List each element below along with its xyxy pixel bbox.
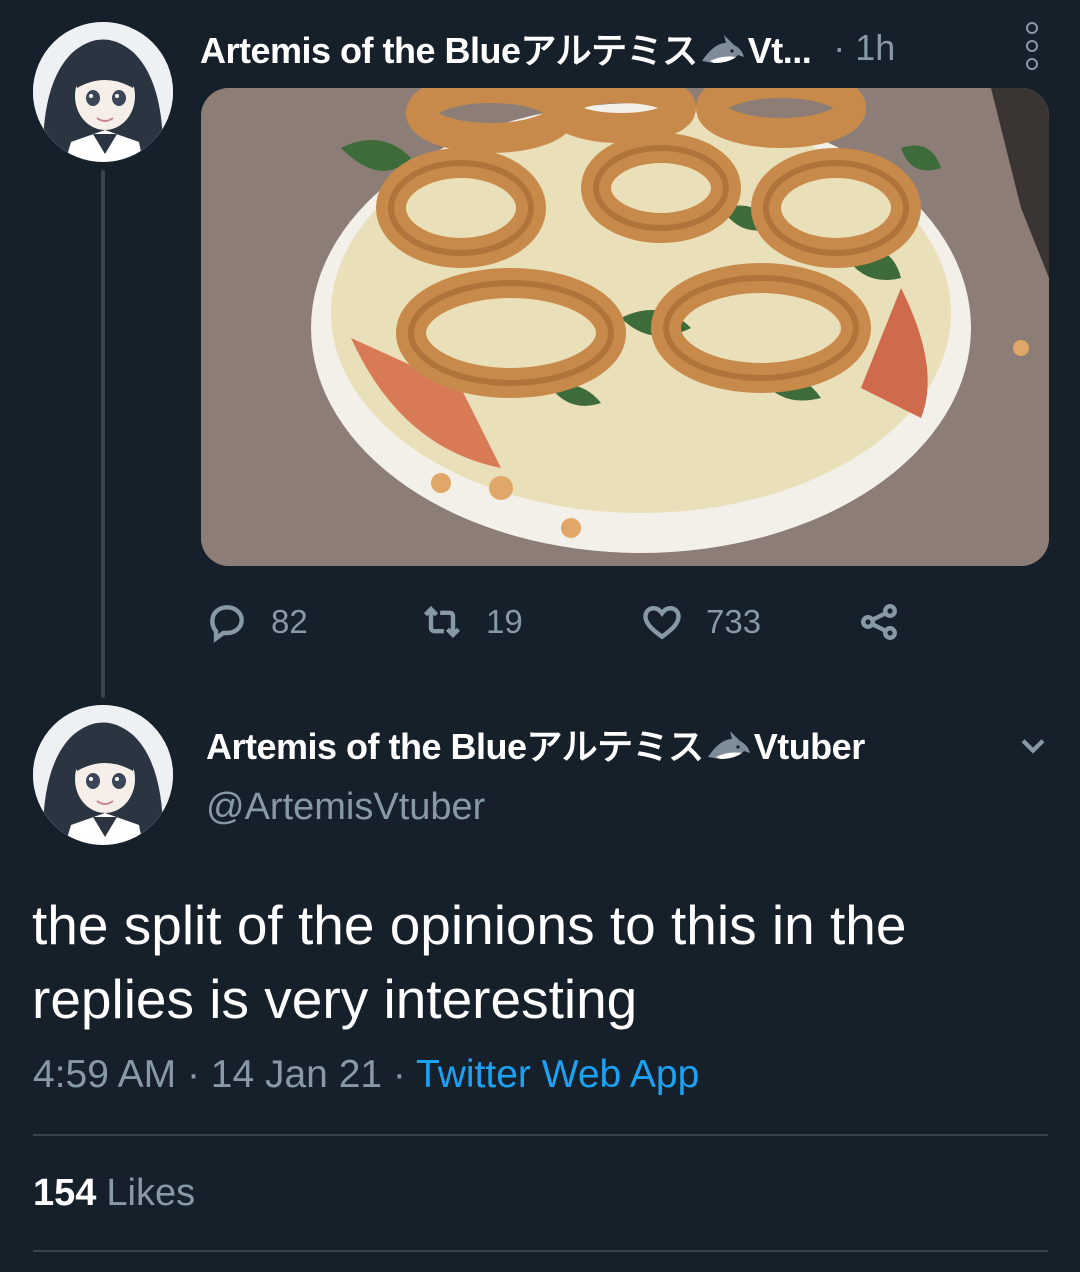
parent-display-name[interactable]: Artemis of the Blueアルテミス Vt...: [200, 22, 812, 74]
tweet-source-link[interactable]: Twitter Web App: [416, 1053, 699, 1096]
shark-emoji-icon: [707, 731, 750, 759]
like-count: 733: [706, 603, 762, 640]
likes-label: Likes: [106, 1172, 196, 1214]
share-button[interactable]: [857, 596, 901, 648]
tweet-date[interactable]: 14 Jan 21: [211, 1053, 382, 1096]
avatar[interactable]: [33, 22, 173, 162]
tweet-meta: 4:59 AM · 14 Jan 21 · Twitter Web App: [33, 1053, 699, 1097]
heart-icon: [643, 606, 681, 640]
tweet-action-bar: 82 19 733: [205, 596, 925, 648]
thread-connector-line: [101, 170, 105, 698]
tweet-time[interactable]: 4:59 AM: [33, 1053, 176, 1096]
tweet-text: the split of the opinions to this in the…: [32, 894, 907, 1030]
share-icon: [861, 604, 897, 640]
divider: [33, 1250, 1048, 1252]
chevron-down-icon[interactable]: [1016, 728, 1050, 762]
shark-emoji-icon: [701, 35, 744, 63]
user-handle[interactable]: @ArtemisVtuber: [206, 786, 485, 829]
main-display-name[interactable]: Artemis of the Blueアルテミス Vtuber: [206, 718, 865, 770]
retweet-count: 19: [486, 603, 523, 640]
pizza-photo-icon: [201, 88, 1049, 566]
more-options-icon[interactable]: [1022, 22, 1042, 70]
parent-tweet-time[interactable]: · 1h: [833, 27, 895, 69]
likes-summary[interactable]: 154 Likes: [33, 1172, 195, 1215]
reply-icon: [210, 605, 244, 643]
parent-tweet-header: Artemis of the Blueアルテミス Vt... · 1h: [200, 20, 1050, 76]
reply-button[interactable]: 82: [205, 596, 308, 648]
meta-separator: ·: [186, 1053, 211, 1096]
likes-count: 154: [33, 1172, 97, 1214]
reply-count: 82: [271, 603, 308, 640]
retweet-icon: [423, 606, 461, 638]
tweet-photo[interactable]: [201, 88, 1049, 566]
divider: [33, 1134, 1048, 1136]
tweet-thread-view: Artemis of the Blueアルテミス Vt... · 1h 82 1…: [0, 0, 1080, 1272]
meta-separator: ·: [392, 1053, 417, 1096]
retweet-button[interactable]: 19: [420, 596, 523, 648]
like-button[interactable]: 733: [640, 596, 761, 648]
avatar[interactable]: [33, 705, 173, 845]
